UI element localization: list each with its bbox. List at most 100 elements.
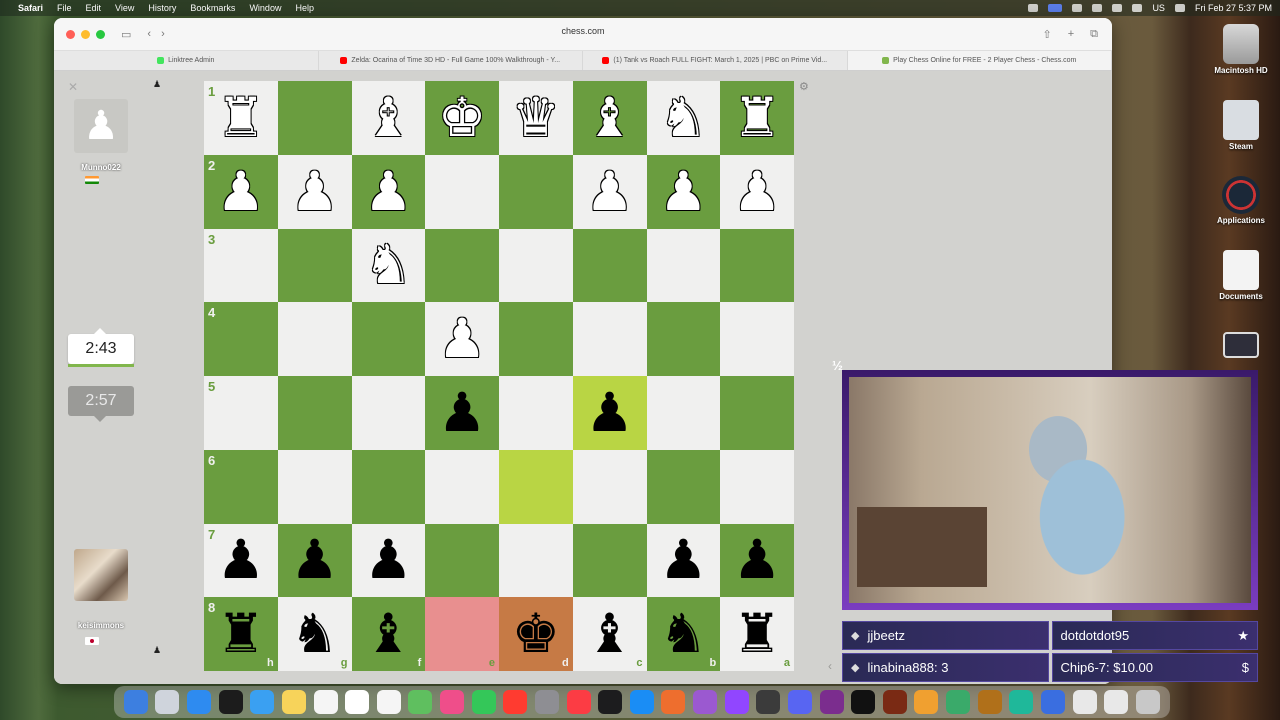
board-square[interactable] [646, 302, 721, 376]
black-pawn-icon[interactable]: ♟ [217, 533, 265, 587]
white-pawn-icon[interactable]: ♟ [659, 164, 707, 219]
white-queen-icon[interactable]: ♛ [512, 90, 560, 145]
status-icon[interactable] [1092, 4, 1103, 12]
board-square[interactable]: ♟ [277, 154, 352, 229]
board-square[interactable]: ♝ [351, 81, 426, 155]
input-source[interactable]: US [1152, 3, 1165, 13]
board-square[interactable]: ♟ [720, 523, 794, 598]
document-icon[interactable] [1104, 690, 1129, 714]
board-square[interactable] [277, 228, 352, 303]
white-bishop-icon[interactable]: ♝ [585, 90, 633, 145]
menu-edit[interactable]: Edit [86, 3, 102, 13]
black-pawn-icon[interactable]: ♟ [659, 533, 707, 587]
desktop-icon-macintosh-hd[interactable]: Macintosh HD [1206, 24, 1276, 75]
board-square[interactable]: ♝ [572, 81, 647, 155]
black-pawn-icon[interactable]: ♟ [438, 385, 486, 440]
board-square[interactable]: e [425, 597, 499, 671]
board-square[interactable] [351, 449, 426, 524]
black-bishop-icon[interactable]: ♝ [585, 607, 633, 661]
board-square[interactable] [425, 228, 499, 303]
zoom-window-button[interactable] [96, 29, 105, 39]
address-bar[interactable]: chess.com [561, 26, 604, 36]
board-square[interactable]: a ♜ [720, 597, 794, 671]
tv-icon[interactable] [598, 690, 623, 714]
board-square[interactable] [351, 376, 426, 450]
board-square[interactable] [499, 523, 573, 598]
calendar-icon[interactable] [345, 690, 370, 714]
app-icon[interactable] [946, 690, 971, 714]
bluetooth-icon[interactable] [1112, 4, 1123, 12]
board-square[interactable]: 6 [204, 449, 278, 524]
tab-overview-icon[interactable]: ⧉ [1090, 28, 1098, 41]
board-square[interactable] [277, 81, 352, 155]
board-square[interactable] [646, 376, 721, 450]
close-icon[interactable]: ✕ [68, 80, 78, 94]
chess-board[interactable]: 1 ♜ ♝ ♚ ♛ ♝ ♞ ♜ 2 ♟ ♟ ♟ ♟ ♟ ♟ 3 ♞ 4 ♟ 5 ♟ ♟ 6 7 ♟ ♟ ♟ ♟ ♟ 8 h ♜ g ♞ f ♝ e d ♚ c… [204, 81, 794, 671]
white-pawn-icon[interactable]: ♟ [585, 164, 633, 219]
board-square[interactable]: d ♚ [499, 597, 573, 671]
board-square[interactable] [572, 523, 647, 598]
wifi-icon[interactable] [1132, 4, 1143, 12]
black-pawn-icon[interactable]: ♟ [585, 385, 633, 440]
menu-history[interactable]: History [148, 3, 176, 13]
status-icon[interactable] [1072, 4, 1083, 12]
board-square[interactable]: ♟ [277, 523, 352, 598]
chrome-icon[interactable] [661, 690, 686, 714]
board-square[interactable]: 8 h ♜ [204, 597, 278, 671]
board-square[interactable]: ♞ [646, 81, 721, 155]
mail-icon[interactable] [250, 690, 275, 714]
board-square[interactable]: ♟ [646, 154, 721, 229]
pin-icon[interactable]: ♟ [153, 645, 161, 656]
board-square[interactable]: 7 ♟ [204, 523, 278, 598]
instrument-icon[interactable] [977, 690, 1002, 714]
menu-view[interactable]: View [115, 3, 134, 13]
board-square[interactable] [499, 376, 573, 450]
screen-share-icon[interactable] [1048, 4, 1063, 12]
new-tab-icon[interactable]: + [1068, 28, 1074, 41]
share-icon[interactable]: ⇧ [1042, 28, 1051, 41]
bottom-player-avatar[interactable] [74, 549, 128, 601]
menubar-clock[interactable]: Fri Feb 27 5:37 PM [1195, 3, 1272, 13]
minimize-window-button[interactable] [81, 29, 90, 39]
desktop-icon-applications[interactable]: Applications [1206, 176, 1276, 225]
app-store-icon[interactable] [629, 690, 654, 714]
preview-icon[interactable] [1072, 690, 1097, 714]
black-pawn-icon[interactable]: ♟ [364, 533, 412, 587]
photos-icon[interactable] [440, 690, 465, 714]
board-square[interactable]: ♟ [572, 154, 647, 229]
board-square[interactable] [425, 154, 499, 229]
desktop-icon-steam[interactable]: Steam [1206, 100, 1276, 151]
status-icon[interactable] [1028, 4, 1039, 12]
freeform-icon[interactable] [313, 690, 338, 714]
board-square[interactable]: ♟ [572, 376, 647, 450]
white-knight-icon[interactable]: ♞ [364, 238, 412, 292]
tab-linktree[interactable]: Linktree Admin [54, 51, 319, 70]
black-king-icon[interactable]: ♚ [512, 607, 560, 661]
board-square[interactable]: b ♞ [646, 597, 721, 671]
notes-icon[interactable] [281, 690, 306, 714]
back-icon[interactable]: ‹ [147, 28, 151, 40]
white-pawn-icon[interactable]: ♟ [217, 164, 265, 219]
black-rook-icon[interactable]: ♜ [733, 607, 781, 661]
board-square[interactable] [646, 228, 721, 303]
board-square[interactable] [425, 449, 499, 524]
sidebar-icon[interactable]: ▭ [121, 28, 131, 41]
black-pawn-icon[interactable]: ♟ [290, 533, 338, 587]
menu-bookmarks[interactable]: Bookmarks [190, 3, 235, 13]
board-square[interactable] [720, 449, 794, 524]
board-square[interactable]: ♟ [720, 154, 794, 229]
white-pawn-icon[interactable]: ♟ [438, 312, 486, 366]
desktop-icon-folder[interactable] [1206, 324, 1276, 360]
trash-icon[interactable] [1135, 690, 1160, 714]
close-window-button[interactable] [66, 29, 75, 39]
board-square[interactable] [277, 302, 352, 376]
board-square[interactable]: 2 ♟ [204, 154, 278, 229]
board-square[interactable] [499, 449, 573, 524]
board-square[interactable] [425, 523, 499, 598]
tab-youtube-zelda[interactable]: Zelda: Ocarina of Time 3D HD - Full Game… [319, 51, 583, 70]
white-bishop-icon[interactable]: ♝ [364, 90, 412, 145]
board-square[interactable] [720, 302, 794, 376]
top-player-name[interactable]: Munno022 [56, 163, 146, 172]
app-icon[interactable] [1009, 690, 1034, 714]
onenote-icon[interactable] [819, 690, 844, 714]
